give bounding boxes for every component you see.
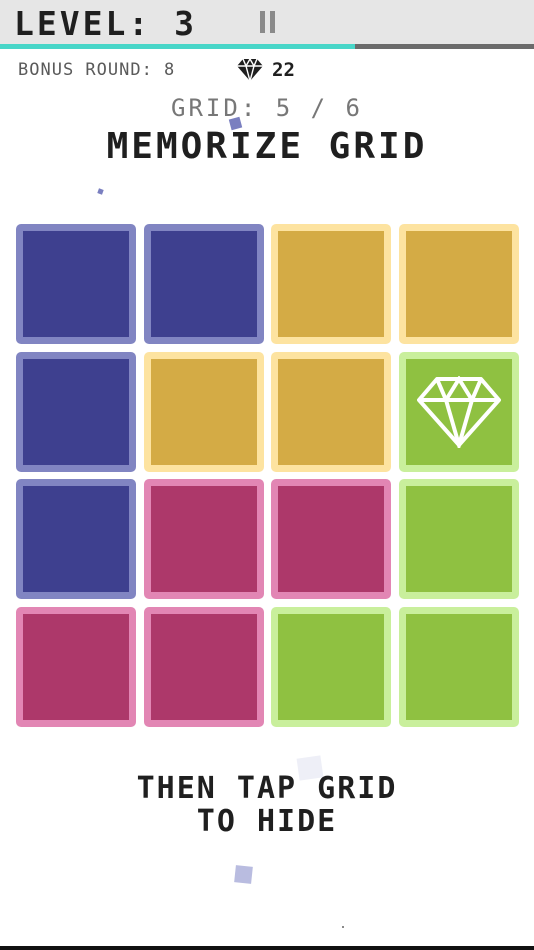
level-label: LEVEL: 3 [14, 4, 197, 43]
level-progress-bar [0, 44, 534, 49]
grid-tile-green[interactable] [398, 606, 519, 727]
grid-tile-blue[interactable] [16, 224, 136, 344]
grid-tile-pink[interactable] [143, 606, 264, 727]
pause-icon-bar-left [259, 11, 265, 33]
grid-tile-yellow[interactable] [271, 224, 391, 344]
grid-tile-green[interactable] [271, 606, 391, 727]
memory-grid[interactable] [16, 224, 519, 727]
grid-tile-green[interactable] [398, 351, 519, 472]
grid-tile-pink[interactable] [16, 606, 136, 727]
grid-tile-blue[interactable] [143, 224, 264, 344]
diamond-icon [237, 58, 263, 82]
grid-tile-pink[interactable] [143, 479, 264, 599]
instruction-heading: MEMORIZE GRID [106, 126, 428, 167]
level-progress-fill [0, 44, 356, 49]
diamond-icon [416, 375, 501, 448]
gem-counter: 22 [236, 58, 295, 82]
floating-particle [234, 865, 253, 884]
floating-particle [342, 926, 344, 928]
grid-tile-green[interactable] [398, 479, 519, 599]
top-bar: LEVEL: 3 [0, 0, 534, 44]
hint-text: THEN TAP GRID TO HIDE [0, 772, 534, 838]
grid-tile-yellow[interactable] [271, 351, 391, 472]
gem-count-value: 22 [272, 59, 295, 81]
grid-tile-pink[interactable] [271, 479, 391, 599]
floating-particle [97, 188, 104, 195]
hint-line-1: THEN TAP GRID [136, 771, 398, 806]
hint-line-2: TO HIDE [196, 804, 338, 839]
grid-tile-blue[interactable] [16, 351, 136, 472]
bonus-round-label: BONUS ROUND: 8 [18, 60, 176, 80]
grid-counter: GRID: 5 / 6 [171, 94, 363, 122]
bottom-edge [0, 946, 534, 950]
grid-tile-yellow[interactable] [398, 224, 519, 344]
pause-button[interactable] [252, 6, 282, 38]
pause-icon-bar-right [269, 11, 275, 33]
grid-tile-blue[interactable] [16, 479, 136, 599]
grid-tile-yellow[interactable] [143, 351, 264, 472]
